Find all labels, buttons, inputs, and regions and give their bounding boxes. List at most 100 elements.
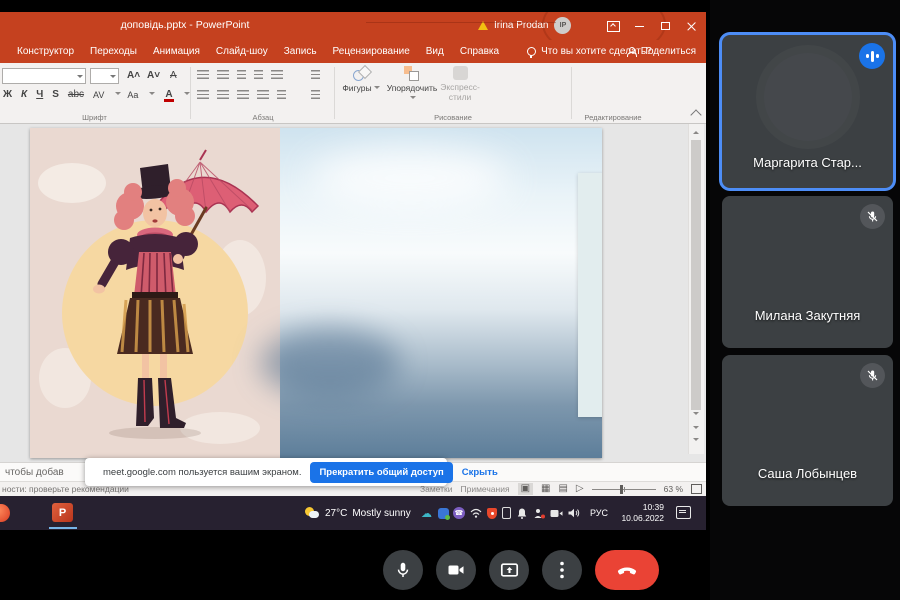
scrollbar-thumb[interactable]: [691, 140, 701, 410]
caret-icon: [374, 86, 380, 92]
presentation-stage: доповідь.pptx - PowerPoint Irina Prodan …: [0, 0, 710, 600]
fit-to-window-icon[interactable]: [691, 484, 702, 494]
numbering-button[interactable]: [217, 70, 229, 79]
align-center-button[interactable]: [217, 90, 229, 99]
camera-button[interactable]: [436, 550, 476, 590]
smartart-button[interactable]: [311, 90, 320, 99]
tab-help[interactable]: Справка: [460, 46, 499, 57]
hide-button[interactable]: Скрыть: [462, 467, 498, 478]
comments-toggle[interactable]: Примечания: [460, 484, 509, 494]
bold-button[interactable]: Ж: [3, 89, 12, 100]
participant-tile-sasha[interactable]: Саша Лобынцев: [722, 355, 893, 506]
weather-text: Mostly sunny: [352, 508, 410, 519]
previous-slide-icon[interactable]: [693, 426, 699, 432]
grow-font-button[interactable]: A˄: [127, 70, 140, 81]
account-avatar[interactable]: IP: [554, 17, 571, 34]
account-area[interactable]: Irina Prodan IP: [478, 17, 571, 34]
shrink-font-button[interactable]: A˅: [147, 70, 160, 81]
viber-icon[interactable]: ☎: [453, 507, 465, 519]
minimize-button[interactable]: [626, 12, 652, 40]
reading-view-button[interactable]: ▤: [558, 484, 567, 494]
restore-button[interactable]: [652, 12, 678, 40]
share-button[interactable]: Поделиться: [627, 40, 696, 63]
powerpoint-taskbar-icon[interactable]: P: [52, 503, 73, 522]
decrease-indent-button[interactable]: [237, 70, 246, 79]
font-color-button[interactable]: А: [165, 89, 172, 100]
more-options-button[interactable]: [542, 550, 582, 590]
restore-icon: [661, 22, 670, 30]
scroll-up-icon[interactable]: [693, 128, 699, 134]
arrange-button[interactable]: Упорядочить: [386, 66, 438, 104]
italic-button[interactable]: К: [21, 89, 27, 100]
clown-image: [30, 128, 280, 458]
quick-styles-button[interactable]: Экспресс-стили: [440, 66, 480, 103]
ribbon-group-paragraph: Абзац: [193, 63, 333, 123]
camera-icon[interactable]: [550, 507, 563, 520]
close-button[interactable]: [678, 12, 704, 40]
cloud-sync-icon[interactable]: ☁: [420, 507, 433, 520]
increase-indent-button[interactable]: [254, 70, 263, 79]
screen-share-dialog: meet.google.com пользуется вашим экраном…: [85, 458, 447, 486]
slide-canvas[interactable]: akepunkcakepunkc: [30, 128, 602, 458]
antivirus-shield-icon[interactable]: [487, 508, 497, 519]
present-screen-button[interactable]: [489, 550, 529, 590]
scroll-down-icon[interactable]: [693, 412, 699, 418]
collapse-ribbon-button[interactable]: [690, 109, 701, 120]
tab-transitions[interactable]: Переходы: [90, 46, 137, 57]
justify-button[interactable]: [257, 90, 269, 99]
clear-formatting-button[interactable]: A: [170, 70, 177, 81]
powerpoint-titlebar: доповідь.pptx - PowerPoint Irina Prodan …: [0, 12, 706, 40]
caret-icon: [410, 96, 416, 102]
align-right-button[interactable]: [237, 90, 249, 99]
shadow-button[interactable]: S: [52, 89, 59, 100]
drawing-group-label: Рисование: [336, 113, 570, 122]
vertical-scrollbar[interactable]: [688, 124, 704, 454]
next-slide-icon[interactable]: [693, 438, 699, 444]
browser-taskbar-icon[interactable]: [0, 504, 10, 522]
normal-view-button[interactable]: ▣: [518, 483, 533, 495]
wifi-icon[interactable]: [470, 507, 483, 520]
weather-widget[interactable]: 27°C Mostly sunny: [305, 496, 411, 530]
columns-button[interactable]: [277, 90, 286, 99]
arrange-label: Упорядочить: [387, 83, 438, 93]
tab-design[interactable]: Конструктор: [17, 46, 74, 57]
tab-record[interactable]: Запись: [284, 46, 317, 57]
participant-tile-margarita[interactable]: Маргарита Стар...: [722, 35, 893, 188]
active-app-indicator: [49, 527, 77, 529]
zoom-slider[interactable]: [592, 489, 656, 490]
align-left-button[interactable]: [197, 90, 209, 99]
stop-sharing-button[interactable]: Прекратить общий доступ: [310, 462, 452, 483]
slideshow-view-button[interactable]: ▷: [576, 484, 584, 494]
character-spacing-button[interactable]: AV: [93, 90, 104, 100]
microphone-button[interactable]: [383, 550, 423, 590]
clown-illustration: [30, 128, 280, 458]
participant-tile-milana[interactable]: Милана Закутняя: [722, 196, 893, 348]
ribbon-display-options-button[interactable]: [600, 12, 626, 40]
tab-slideshow[interactable]: Слайд-шоу: [216, 46, 268, 57]
leave-call-button[interactable]: [595, 550, 659, 590]
app-update-icon[interactable]: [438, 508, 449, 519]
google-meet-window: доповідь.pptx - PowerPoint Irina Prodan …: [0, 0, 900, 600]
change-case-button[interactable]: Aa: [127, 90, 138, 100]
bullets-button[interactable]: [197, 70, 209, 79]
action-center-icon[interactable]: [676, 506, 691, 519]
font-name-combobox[interactable]: [2, 68, 86, 84]
notification-bell-icon[interactable]: [515, 507, 528, 520]
speaker-icon[interactable]: [568, 507, 581, 520]
tab-animations[interactable]: Анимация: [153, 46, 200, 57]
zoom-level[interactable]: 63 %: [664, 484, 683, 494]
line-spacing-button[interactable]: [271, 70, 283, 79]
font-size-combobox[interactable]: [90, 68, 119, 84]
slide-sorter-view-button[interactable]: ▦: [541, 484, 550, 494]
shapes-button[interactable]: Фигуры: [340, 66, 382, 94]
recording-person-icon[interactable]: [533, 507, 546, 520]
tab-review[interactable]: Рецензирование: [333, 46, 410, 57]
language-indicator[interactable]: РУС: [590, 496, 608, 530]
strikethrough-button[interactable]: abc: [68, 89, 84, 100]
device-icon[interactable]: [502, 507, 511, 519]
mug-mockup: akepunkcakepunkc: [578, 173, 602, 417]
tab-view[interactable]: Вид: [426, 46, 444, 57]
underline-button[interactable]: Ч: [36, 89, 43, 100]
text-direction-button[interactable]: [311, 70, 320, 79]
clock[interactable]: 10:39 10.06.2022: [614, 496, 664, 530]
